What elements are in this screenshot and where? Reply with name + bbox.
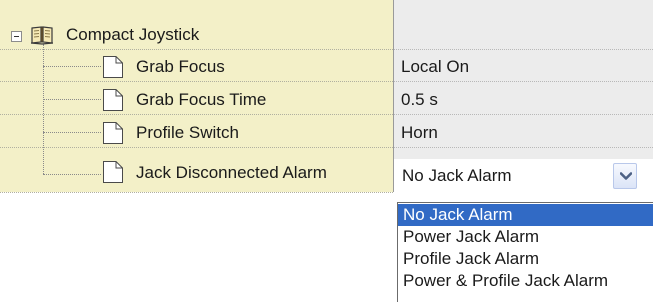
book-icon [30,25,54,45]
row-separator [394,147,653,148]
tree-connector [43,66,101,67]
chevron-down-icon[interactable] [613,163,637,189]
tree-connector [43,132,101,133]
row-value-profile-switch[interactable]: Horn [401,123,438,143]
jack-alarm-dropdown-list: No Jack Alarm Power Jack Alarm Profile J… [397,202,653,302]
dropdown-option[interactable]: Power Jack Alarm [398,226,653,248]
row-value-grab-focus-time[interactable]: 0.5 s [401,90,438,110]
dropdown-option[interactable]: Power & Profile Jack Alarm [398,270,653,292]
row-separator [0,81,393,82]
jack-alarm-combobox[interactable]: No Jack Alarm [397,163,653,189]
property-grid: Compact Joystick Grab Focus Local On Gra… [0,0,653,302]
page-icon [102,121,124,145]
row-label-jack-disconnected-alarm[interactable]: Jack Disconnected Alarm [136,163,327,183]
row-label-grab-focus-time[interactable]: Grab Focus Time [136,90,266,110]
collapse-minus-icon[interactable] [11,31,22,42]
page-icon [102,88,124,112]
row-separator [0,192,393,193]
row-separator [0,147,393,148]
tree-connector [43,174,101,175]
tree-connector [43,44,44,174]
row-separator [394,81,653,82]
row-separator [394,114,653,115]
page-icon [102,160,124,184]
row-separator [0,49,393,50]
page-icon [102,55,124,79]
dropdown-option[interactable]: Profile Jack Alarm [398,248,653,270]
tree-root-label[interactable]: Compact Joystick [66,25,199,45]
dropdown-option[interactable]: No Jack Alarm [398,204,653,226]
combobox-value: No Jack Alarm [402,166,512,185]
row-separator [0,114,393,115]
row-label-profile-switch[interactable]: Profile Switch [136,123,239,143]
tree-connector [43,99,101,100]
row-value-grab-focus[interactable]: Local On [401,57,469,77]
row-label-grab-focus[interactable]: Grab Focus [136,57,225,77]
row-separator [394,49,653,50]
